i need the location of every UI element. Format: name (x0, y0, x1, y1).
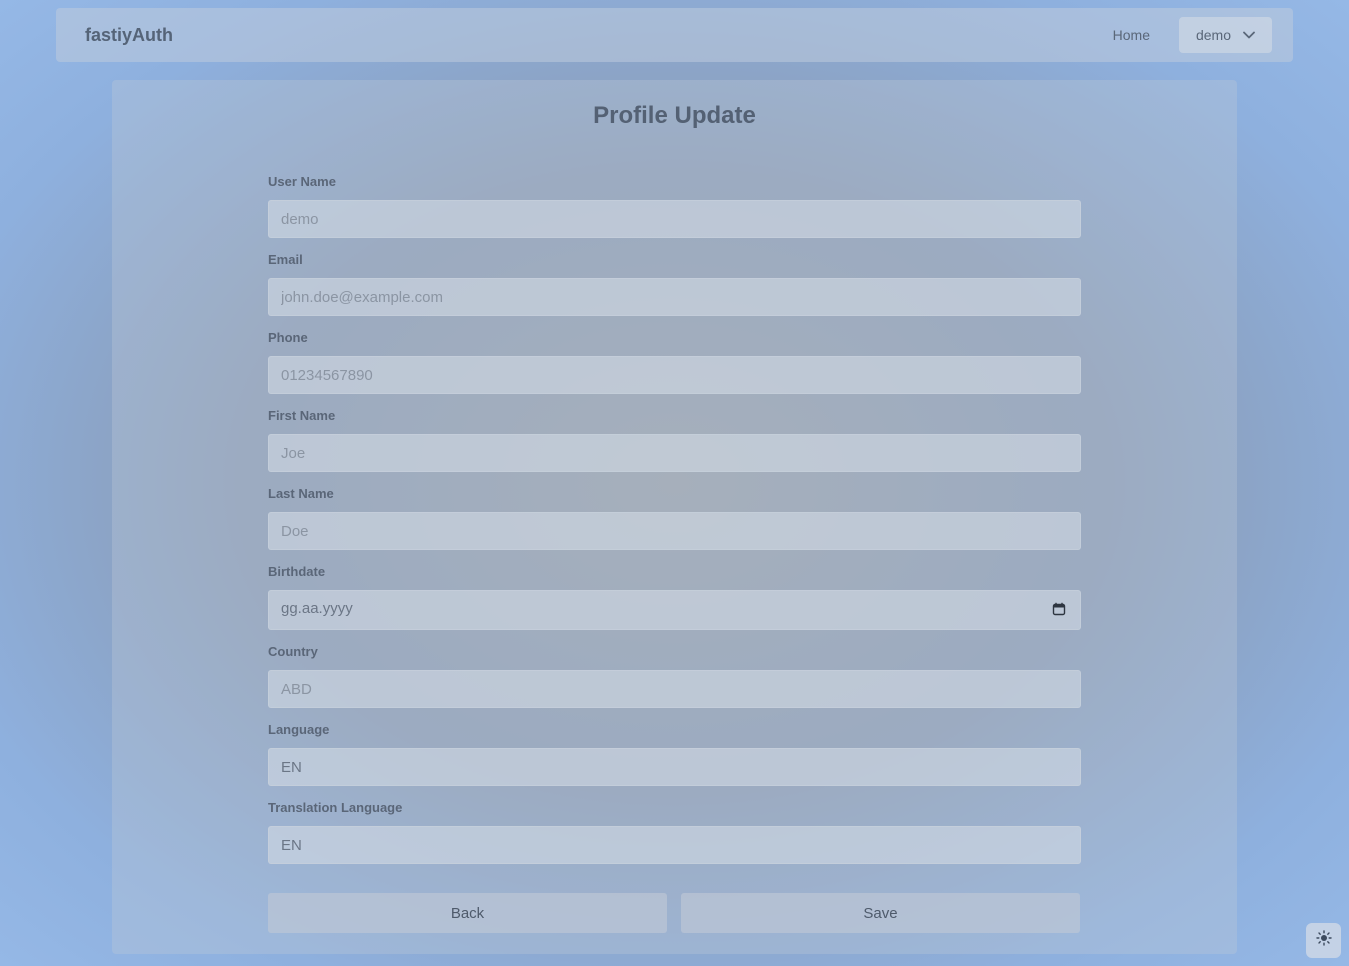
save-button[interactable]: Save (681, 893, 1080, 933)
profile-form: User Name Email Phone First Name Last Na… (268, 174, 1081, 878)
first-name-input[interactable] (268, 434, 1081, 472)
page-title: Profile Update (593, 102, 756, 129)
language-label: Language (268, 722, 330, 737)
email-group: Email (268, 252, 1081, 330)
user-dropdown-label: demo (1195, 27, 1232, 43)
email-label: Email (268, 252, 303, 267)
username-group: User Name (268, 174, 1081, 252)
birthdate-group: Birthdate gg.aa.yyyy (268, 564, 1081, 644)
country-label: Country (268, 644, 318, 659)
username-label: User Name (268, 174, 336, 189)
top-navbar: fastiyAuth Home demo (56, 8, 1293, 62)
language-group: Language (268, 722, 1081, 800)
translation-language-group: Translation Language (268, 800, 1081, 878)
chevron-down-icon (1243, 31, 1255, 39)
sun-icon (1315, 930, 1332, 951)
home-link[interactable]: Home (1113, 27, 1150, 43)
theme-toggle-button[interactable] (1306, 923, 1341, 958)
email-input[interactable] (268, 278, 1081, 316)
username-input[interactable] (268, 200, 1081, 238)
language-input[interactable] (268, 748, 1081, 786)
birthdate-input[interactable] (268, 590, 1081, 630)
last-name-label: Last Name (268, 486, 334, 501)
user-dropdown-button[interactable]: demo (1179, 17, 1272, 53)
last-name-group: Last Name (268, 486, 1081, 564)
last-name-input[interactable] (268, 512, 1081, 550)
phone-label: Phone (268, 330, 308, 345)
form-actions: Back Save (268, 893, 1081, 933)
first-name-label: First Name (268, 408, 336, 423)
birthdate-label: Birthdate (268, 564, 326, 579)
brand-logo[interactable]: fastiyAuth (85, 25, 173, 46)
calendar-icon[interactable] (1052, 602, 1066, 621)
first-name-group: First Name (268, 408, 1081, 486)
country-group: Country (268, 644, 1081, 722)
phone-group: Phone (268, 330, 1081, 408)
back-button[interactable]: Back (268, 893, 667, 933)
nav-right: Home demo (1113, 17, 1272, 53)
birthdate-wrapper: gg.aa.yyyy (268, 590, 1081, 630)
translation-language-input[interactable] (268, 826, 1081, 864)
translation-language-label: Translation Language (268, 800, 403, 815)
phone-input[interactable] (268, 356, 1081, 394)
country-input[interactable] (268, 670, 1081, 708)
profile-update-card: Profile Update User Name Email Phone Fir… (112, 80, 1237, 954)
